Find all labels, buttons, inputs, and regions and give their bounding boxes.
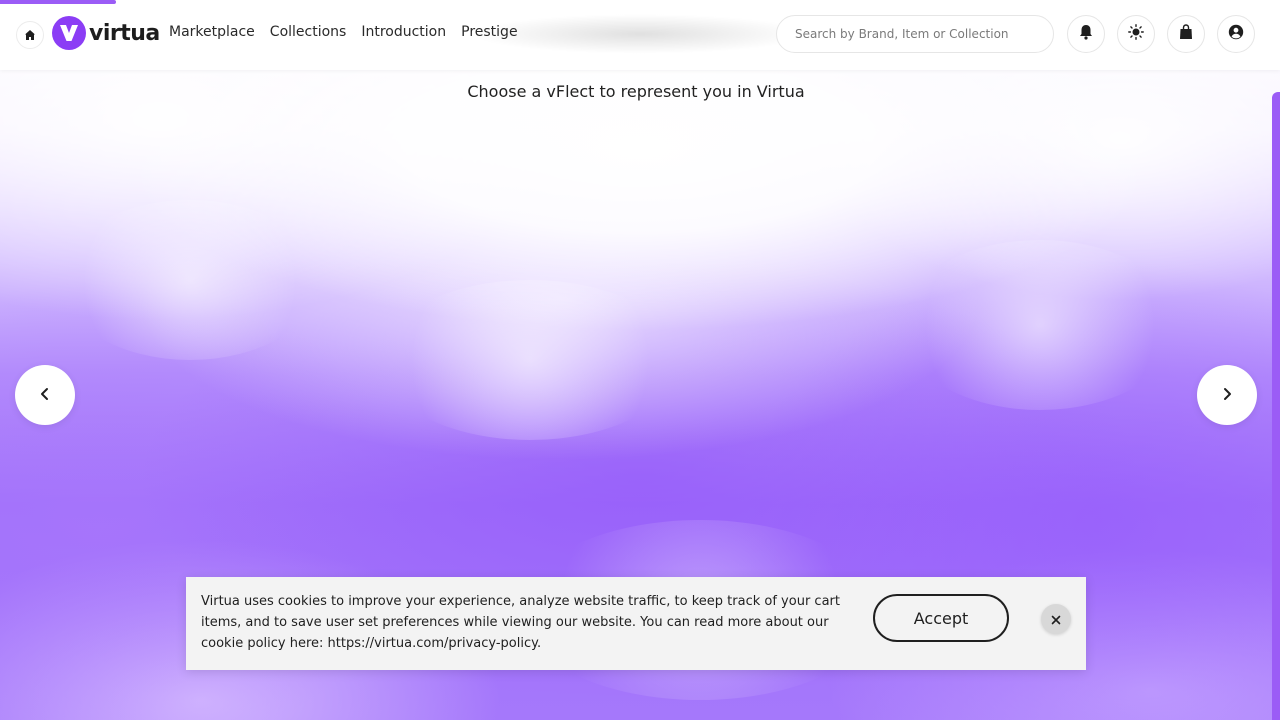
cart-button[interactable] bbox=[1167, 15, 1205, 53]
theme-toggle-button[interactable] bbox=[1117, 15, 1155, 53]
notifications-button[interactable] bbox=[1067, 15, 1105, 53]
scrollbar[interactable] bbox=[1272, 92, 1280, 720]
cloud-shape bbox=[900, 240, 1180, 410]
chevron-right-icon bbox=[1220, 386, 1234, 405]
logo-wordmark: virtua bbox=[89, 20, 160, 46]
nav-item-collections[interactable]: Collections bbox=[270, 24, 347, 40]
account-button[interactable] bbox=[1217, 15, 1255, 53]
chevron-left-icon bbox=[38, 386, 52, 405]
next-vflect-button[interactable] bbox=[1197, 365, 1257, 425]
home-button[interactable] bbox=[16, 21, 44, 49]
home-icon bbox=[24, 26, 36, 45]
close-cookie-banner-button[interactable] bbox=[1041, 604, 1071, 634]
cloud-shape bbox=[60, 200, 320, 360]
previous-vflect-button[interactable] bbox=[15, 365, 75, 425]
nav-item-marketplace[interactable]: Marketplace bbox=[169, 24, 255, 40]
close-icon bbox=[1051, 610, 1061, 629]
cloud-shape bbox=[380, 280, 680, 440]
loading-progress-bar bbox=[0, 0, 116, 4]
user-icon bbox=[1228, 24, 1244, 44]
cookie-banner: Virtua uses cookies to improve your expe… bbox=[186, 577, 1086, 670]
search-bar[interactable] bbox=[776, 15, 1054, 53]
top-header: virtua Marketplace Collections Introduct… bbox=[0, 0, 1280, 70]
page-subtitle: Choose a vFlect to represent you in Virt… bbox=[467, 82, 805, 101]
sun-icon bbox=[1128, 24, 1144, 44]
accept-cookies-button[interactable]: Accept bbox=[873, 594, 1009, 642]
virtua-logo-icon bbox=[52, 16, 86, 50]
search-input[interactable] bbox=[793, 26, 1037, 42]
cookie-notice-text: Virtua uses cookies to improve your expe… bbox=[201, 594, 840, 651]
loading-shadow bbox=[470, 14, 810, 54]
bell-icon bbox=[1079, 24, 1093, 44]
nav-item-introduction[interactable]: Introduction bbox=[361, 24, 446, 40]
virtua-logo[interactable]: virtua bbox=[52, 16, 160, 50]
shopping-bag-icon bbox=[1179, 24, 1193, 44]
